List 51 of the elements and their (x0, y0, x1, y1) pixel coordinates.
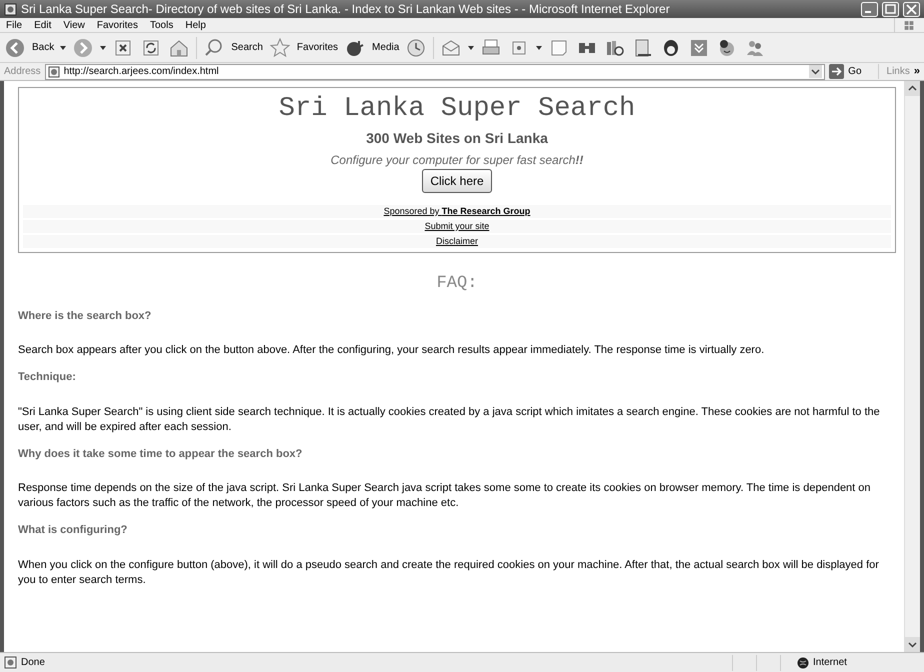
zone-text: Internet (813, 656, 847, 670)
star-icon[interactable] (268, 36, 291, 58)
menu-item[interactable]: Tools (144, 18, 180, 32)
close-icon[interactable] (903, 2, 920, 16)
scroll-down-icon[interactable] (905, 637, 920, 652)
click-here-button[interactable]: Click here (422, 169, 492, 193)
tagline: Configure your computer for super fast search!! (330, 152, 584, 169)
caret-icon[interactable] (100, 46, 106, 50)
faq-answer: Response time depends on the size of the java script. Sri Lanka Super Search java script takes some some to create its cookies on browser memory. The time is dependent on various factors such as the traffic of the network, the processor speed of your machine etc. (18, 481, 872, 511)
maximize-icon[interactable] (882, 2, 899, 16)
caret-icon[interactable] (60, 46, 66, 50)
faq-heading: FAQ: (436, 273, 478, 295)
faq-answer: Search box appears after you click on the button above. After the configuring, your search results appear immediately. The response time is virtually zero. (18, 343, 766, 358)
media-button[interactable]: Media (372, 40, 400, 55)
menu-item[interactable]: Help (179, 18, 212, 32)
menu-item[interactable]: File (0, 18, 28, 32)
faq-question: Why does it take some time to appear the search box? (18, 446, 304, 462)
go-button[interactable]: Go (848, 64, 874, 79)
scrollbar[interactable] (904, 81, 920, 652)
go-arrow-icon[interactable] (829, 64, 844, 79)
back-button[interactable]: Back (32, 40, 54, 55)
faq-answer: When you click on the configure button (above), it will do a pseudo search and create the required cookies on your machine. After that, the actual search box will be displayed for you to enter search terms. (18, 558, 880, 588)
history-icon[interactable] (405, 36, 428, 58)
footer-link[interactable]: Disclaimer (436, 234, 478, 248)
faq-question: Technique: (18, 370, 77, 385)
caret-icon[interactable] (536, 46, 542, 50)
address-label: Address (4, 65, 41, 79)
site-title: Sri Lanka Super Search (278, 93, 636, 126)
faq-answer: "Sri Lanka Super Search" is using client side search technique. It is actually cookies created by a java script which imitates a search engine. These cookies are not harmful to the user, and will be expired after each session. (18, 404, 881, 434)
status-text: Done (21, 656, 46, 670)
address-field[interactable]: http://search.arjees.com/index.html (44, 64, 826, 80)
menu-item[interactable]: Edit (28, 18, 58, 32)
search-button[interactable]: Search (231, 40, 263, 55)
minimize-icon[interactable] (861, 2, 878, 16)
page-icon (4, 656, 17, 669)
globe-icon (797, 656, 809, 668)
page-icon (4, 2, 17, 16)
subtitle: 300 Web Sites on Sri Lanka (366, 129, 548, 148)
caret-icon[interactable] (468, 46, 474, 50)
menu-item[interactable]: View (57, 18, 91, 32)
favorites-button[interactable]: Favorites (296, 40, 338, 55)
footer-link[interactable]: Submit your site (424, 220, 490, 234)
faq-question: Where is the search box? (18, 308, 152, 324)
page-icon (48, 66, 60, 78)
faq-question: What is configuring? (18, 523, 128, 538)
scroll-up-icon[interactable] (905, 81, 920, 96)
chevron-button[interactable]: » (914, 63, 920, 80)
menu-item[interactable]: Favorites (90, 18, 144, 32)
dropdown-icon[interactable] (809, 65, 822, 78)
footer-link[interactable]: Sponsored by The Research Group (384, 204, 530, 218)
window-title: Sri Lanka Super Search- Directory of web sites of Sri Lanka. - Index to Sri Lankan Web sites - - Microsoft Internet Explorer (21, 1, 671, 18)
